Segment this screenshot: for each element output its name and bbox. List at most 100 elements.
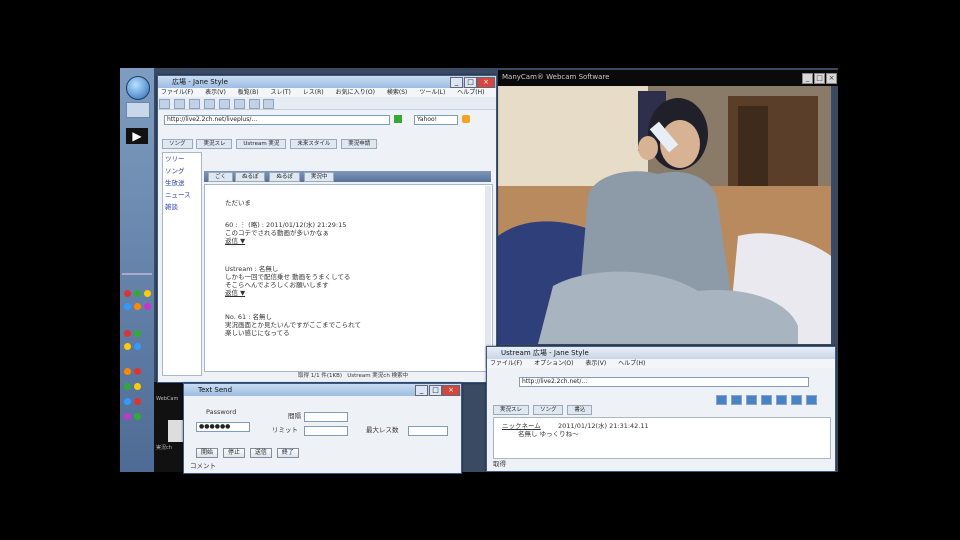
tray-icon[interactable] bbox=[134, 303, 141, 310]
tray-icon[interactable] bbox=[134, 368, 141, 375]
tray-icon[interactable] bbox=[124, 343, 131, 350]
tray-icon[interactable] bbox=[124, 413, 131, 420]
thread-tab[interactable]: ごく bbox=[208, 172, 234, 182]
home-icon[interactable] bbox=[218, 99, 230, 109]
thread-tab[interactable]: ぬるぽ bbox=[269, 172, 300, 182]
menu-item[interactable]: 板覧(B) bbox=[238, 89, 259, 96]
tree-item[interactable]: 生放送 bbox=[163, 177, 201, 189]
limit-field[interactable] bbox=[304, 426, 348, 436]
tray-icon[interactable] bbox=[124, 303, 131, 310]
menu-item[interactable]: スレ(T) bbox=[271, 89, 291, 96]
scrollbar[interactable] bbox=[485, 186, 491, 368]
menu-item[interactable]: ツール(L) bbox=[419, 89, 445, 96]
tray-icon[interactable] bbox=[134, 383, 141, 390]
forward-icon[interactable] bbox=[173, 99, 185, 109]
tree-item[interactable]: ツリー bbox=[163, 153, 201, 165]
chat-window: Ustream 広場 - Jane Style ファイル(F) オプション(O)… bbox=[486, 346, 836, 472]
tray-icon[interactable] bbox=[144, 290, 151, 297]
tool-icon[interactable] bbox=[745, 395, 757, 405]
menu-item[interactable]: ファイル(F) bbox=[161, 89, 193, 96]
tab-item[interactable]: 書込 bbox=[567, 405, 593, 415]
maximize-button[interactable]: □ bbox=[464, 77, 477, 88]
browser-menu: ファイル(F) 表示(V) 板覧(B) スレ(T) レス(R) お気に入り(O)… bbox=[158, 88, 496, 97]
send-button[interactable]: 送信 bbox=[249, 448, 272, 458]
tray-icon[interactable] bbox=[144, 303, 151, 310]
status-bar: 取得 1/1 件(1KB) Ustream 実況ch 検索中 bbox=[298, 373, 409, 379]
search-input[interactable]: Yahoo! bbox=[414, 115, 458, 125]
start-button[interactable]: 開始 bbox=[196, 448, 219, 458]
post-head: Ustream : 名無し bbox=[225, 265, 279, 273]
close-button[interactable]: × bbox=[826, 73, 837, 84]
search-icon[interactable] bbox=[248, 99, 260, 109]
tab-item[interactable]: ソング bbox=[162, 139, 193, 149]
maximize-button[interactable]: □ bbox=[429, 385, 442, 396]
favorite-icon[interactable] bbox=[233, 99, 245, 109]
back-icon[interactable] bbox=[159, 99, 170, 109]
tray-icon[interactable] bbox=[134, 330, 141, 337]
tab-item[interactable]: 未来スタイル bbox=[290, 139, 338, 149]
reply-link[interactable]: 返信 ▼ bbox=[225, 289, 245, 297]
exit-button[interactable]: 終了 bbox=[276, 448, 299, 458]
search-engine-icon[interactable] bbox=[462, 115, 470, 123]
close-button[interactable]: × bbox=[477, 77, 495, 88]
tool-icon[interactable] bbox=[760, 395, 772, 405]
tree-item[interactable]: 雑談 bbox=[163, 201, 201, 213]
menu-item[interactable]: ヘルプ(H) bbox=[618, 360, 645, 367]
post-header: ただいま bbox=[225, 199, 251, 207]
minimize-button[interactable]: _ bbox=[415, 385, 428, 396]
menu-item[interactable]: お気に入り(O) bbox=[336, 89, 375, 96]
menu-item[interactable]: レス(R) bbox=[303, 89, 324, 96]
menu-item[interactable]: オプション(O) bbox=[534, 360, 573, 367]
maximize-button[interactable]: □ bbox=[814, 73, 825, 84]
password-field[interactable]: ●●●●●● bbox=[196, 422, 250, 432]
go-icon[interactable] bbox=[394, 115, 402, 123]
thread-tab[interactable]: ぬるぽ bbox=[234, 172, 266, 182]
reload-icon[interactable] bbox=[188, 99, 200, 109]
tray-icon[interactable] bbox=[124, 330, 131, 337]
menu-item[interactable]: 表示(V) bbox=[205, 89, 226, 96]
tray-icon[interactable] bbox=[134, 398, 141, 405]
stop-button[interactable]: 停止 bbox=[222, 448, 245, 458]
menu-item[interactable]: 表示(V) bbox=[585, 360, 606, 367]
tab-item[interactable]: 実況申請 bbox=[341, 139, 378, 149]
tray-icon[interactable] bbox=[134, 343, 141, 350]
write-icon[interactable] bbox=[263, 99, 275, 109]
start-orb-icon[interactable] bbox=[126, 76, 150, 100]
menu-item[interactable]: ファイル(F) bbox=[490, 360, 522, 367]
tray-icon[interactable] bbox=[134, 413, 141, 420]
tool-icon[interactable] bbox=[790, 395, 802, 405]
menu-item[interactable]: ヘルプ(H) bbox=[457, 89, 484, 96]
address-input[interactable]: http://live2.2ch.net/liveplus/... bbox=[164, 115, 390, 125]
max-field[interactable] bbox=[408, 426, 448, 436]
reply-link[interactable]: 返信 ▼ bbox=[225, 237, 245, 245]
interval-field[interactable] bbox=[304, 412, 348, 422]
browser-titlebar: 広場 - Jane Style _ □ × bbox=[158, 76, 496, 88]
file-icon[interactable] bbox=[168, 420, 184, 442]
tree-item[interactable]: ソング bbox=[163, 165, 201, 177]
tool-icon[interactable] bbox=[805, 395, 817, 405]
tool-icon[interactable] bbox=[730, 395, 742, 405]
stop-icon[interactable] bbox=[203, 99, 215, 109]
tray-icon[interactable] bbox=[124, 368, 131, 375]
tree-item[interactable]: ニュース bbox=[163, 189, 201, 201]
thread-tab[interactable]: 実況中 bbox=[303, 172, 335, 182]
post-name[interactable]: ニックネーム bbox=[502, 422, 541, 430]
taskbar-button[interactable] bbox=[126, 102, 150, 118]
tool-icon[interactable] bbox=[775, 395, 787, 405]
tray-icon[interactable] bbox=[124, 383, 131, 390]
tray-icon[interactable] bbox=[124, 398, 131, 405]
tab-item[interactable]: 実況スレ bbox=[493, 405, 530, 415]
close-button[interactable]: × bbox=[442, 385, 460, 396]
tray-icon[interactable] bbox=[124, 290, 131, 297]
minimize-button[interactable]: _ bbox=[450, 77, 463, 88]
dialog-title: Text Send bbox=[198, 386, 233, 394]
minimize-button[interactable]: _ bbox=[802, 73, 813, 84]
tab-item[interactable]: 実況スレ bbox=[196, 139, 233, 149]
tab-item[interactable]: ソング bbox=[532, 405, 564, 415]
browser-toolbar bbox=[158, 97, 496, 110]
tray-icon[interactable] bbox=[134, 290, 141, 297]
chat-address-input[interactable]: http://live2.2ch.net/... bbox=[519, 377, 809, 387]
tool-icon[interactable] bbox=[716, 395, 727, 405]
menu-item[interactable]: 検索(S) bbox=[387, 89, 408, 96]
tab-item[interactable]: Ustream 実況 bbox=[236, 139, 287, 149]
